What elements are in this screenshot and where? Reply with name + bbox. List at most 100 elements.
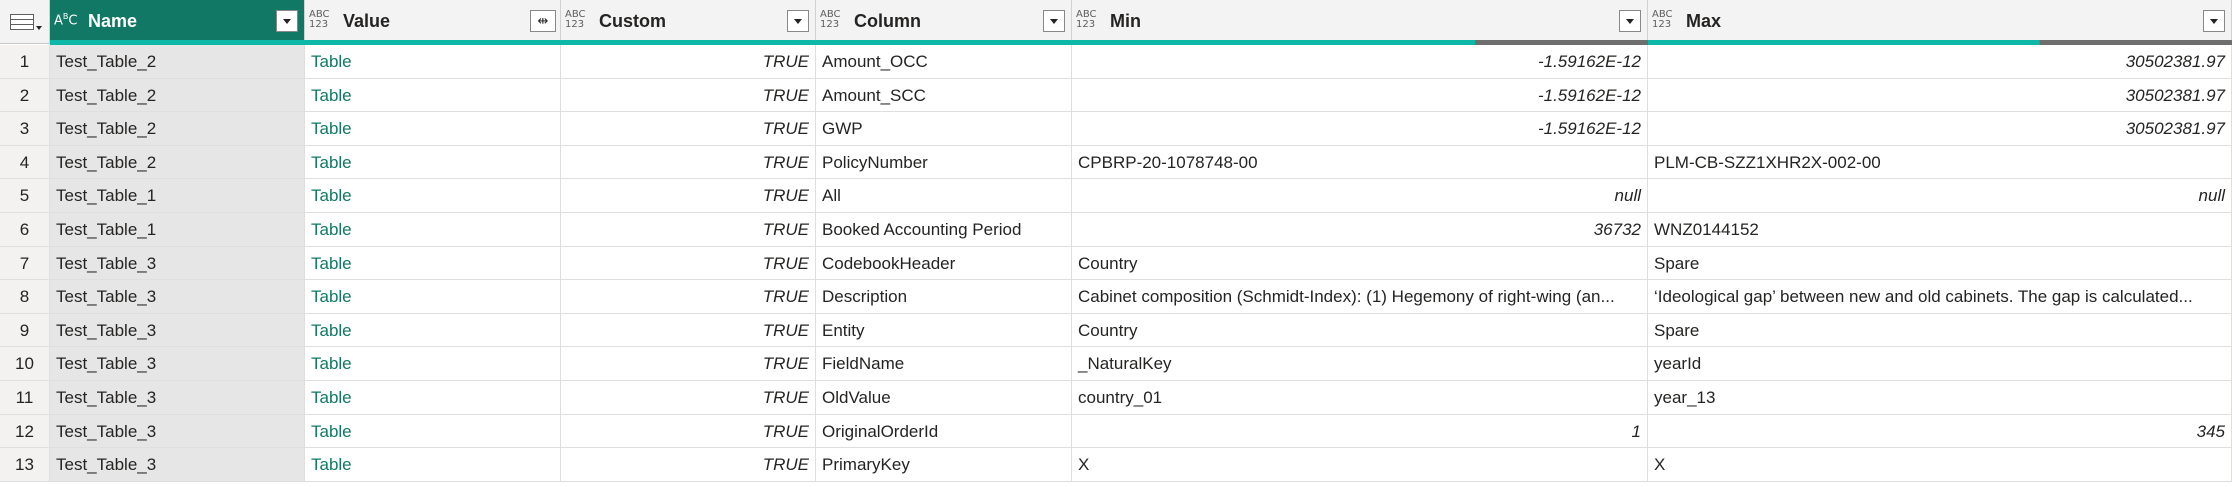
cell-value-table-link[interactable]: Table: [305, 246, 561, 280]
cell-max: null: [1648, 179, 2232, 212]
cell-name: Test_Table_2: [50, 45, 305, 78]
filter-dropdown-icon[interactable]: [276, 10, 298, 32]
cell-max: 30502381.97: [1648, 112, 2232, 145]
cell-max: X: [1648, 448, 2232, 481]
cell-name: Test_Table_3: [50, 313, 305, 347]
column-header-label: Name: [88, 11, 138, 31]
any-type-icon: ABC 123: [565, 9, 586, 30]
cell-value-table-link[interactable]: Table: [305, 448, 561, 481]
any-type-icon: ABC 123: [820, 9, 841, 30]
cell-max: year_13: [1648, 381, 2232, 414]
row-number: 3: [0, 112, 50, 145]
row-number: 11: [0, 381, 50, 414]
cell-value-table-link[interactable]: Table: [305, 347, 561, 380]
row-number: 2: [0, 78, 50, 112]
cell-value-table-link[interactable]: Table: [305, 145, 561, 179]
table-icon: [10, 14, 34, 30]
any-type-icon: ABC 123: [1076, 9, 1097, 30]
cell-custom: TRUE: [561, 313, 816, 347]
cell-column: GWP: [816, 112, 1072, 145]
table-row[interactable]: 2 Test_Table_2 Table TRUE Amount_SCC -1.59162…: [0, 78, 2232, 113]
cell-column: OriginalOrderId: [816, 414, 1072, 448]
cell-column: PrimaryKey: [816, 448, 1072, 481]
cell-max: 30502381.97: [1648, 45, 2232, 78]
cell-max: PLM-CB-SZZ1XHR2X-002-00: [1648, 145, 2232, 179]
column-header-custom[interactable]: ABC 123 Custom: [561, 0, 816, 44]
filter-dropdown-icon[interactable]: [1043, 10, 1065, 32]
cell-custom: TRUE: [561, 45, 816, 78]
row-number: 12: [0, 414, 50, 448]
cell-column: Booked Accounting Period: [816, 213, 1072, 246]
cell-max: ‘Ideological gap’ between new and old ca…: [1648, 280, 2232, 313]
cell-value-table-link[interactable]: Table: [305, 414, 561, 448]
cell-value-table-link[interactable]: Table: [305, 78, 561, 112]
filter-dropdown-icon[interactable]: [787, 10, 809, 32]
row-number: 4: [0, 145, 50, 179]
column-header-name[interactable]: ABC Name: [50, 0, 305, 44]
table-row[interactable]: 8 Test_Table_3 Table TRUE Description Cabinet…: [0, 280, 2232, 314]
column-header-max[interactable]: ABC 123 Max: [1648, 0, 2232, 44]
table-row[interactable]: 1 Test_Table_2 Table TRUE Amount_OCC -1.59162…: [0, 45, 2232, 79]
table-row[interactable]: 5 Test_Table_1 Table TRUE All null null: [0, 179, 2232, 213]
any-type-icon: ABC 123: [1652, 9, 1673, 30]
table-row[interactable]: 6 Test_Table_1 Table TRUE Booked Accounting …: [0, 213, 2232, 247]
cell-name: Test_Table_3: [50, 246, 305, 280]
row-number: 9: [0, 313, 50, 347]
table-row[interactable]: 12 Test_Table_3 Table TRUE OriginalOrderId 1 3…: [0, 414, 2232, 449]
row-number: 13: [0, 448, 50, 481]
cell-min: 36732: [1072, 213, 1648, 246]
cell-name: Test_Table_2: [50, 145, 305, 179]
cell-column: Description: [816, 280, 1072, 313]
cell-column: CodebookHeader: [816, 246, 1072, 280]
cell-name: Test_Table_3: [50, 448, 305, 481]
cell-name: Test_Table_3: [50, 280, 305, 313]
cell-max: 345: [1648, 414, 2232, 448]
cell-column: PolicyNumber: [816, 145, 1072, 179]
cell-min: Country: [1072, 246, 1648, 280]
cell-min: Country: [1072, 313, 1648, 347]
table-row[interactable]: 11 Test_Table_3 Table TRUE OldValue country_0…: [0, 381, 2232, 415]
column-header-label: Min: [1110, 11, 1141, 31]
cell-value-table-link[interactable]: Table: [305, 381, 561, 414]
cell-column: Amount_OCC: [816, 45, 1072, 78]
cell-value-table-link[interactable]: Table: [305, 45, 561, 78]
cell-custom: TRUE: [561, 145, 816, 179]
cell-min: X: [1072, 448, 1648, 481]
cell-custom: TRUE: [561, 448, 816, 481]
cell-custom: TRUE: [561, 213, 816, 246]
cell-min: country_01: [1072, 381, 1648, 414]
table-row[interactable]: 9 Test_Table_3 Table TRUE Entity Country Spare: [0, 313, 2232, 348]
cell-min: -1.59162E-12: [1072, 112, 1648, 145]
table-menu-button[interactable]: [0, 0, 50, 44]
column-header-label: Max: [1686, 11, 1722, 31]
column-header-value[interactable]: ABC 123 Value ⇹: [305, 0, 561, 44]
column-header-column[interactable]: ABC 123 Column: [816, 0, 1072, 44]
cell-max: yearId: [1648, 347, 2232, 380]
cell-min: -1.59162E-12: [1072, 78, 1648, 112]
cell-value-table-link[interactable]: Table: [305, 313, 561, 347]
cell-value-table-link[interactable]: Table: [305, 213, 561, 246]
cell-name: Test_Table_3: [50, 381, 305, 414]
cell-column: FieldName: [816, 347, 1072, 380]
table-row[interactable]: 10 Test_Table_3 Table TRUE FieldName _Natural…: [0, 347, 2232, 381]
cell-value-table-link[interactable]: Table: [305, 280, 561, 313]
expand-column-icon[interactable]: ⇹: [530, 10, 556, 32]
cell-custom: TRUE: [561, 78, 816, 112]
filter-dropdown-icon[interactable]: [2203, 10, 2225, 32]
table-row[interactable]: 7 Test_Table_3 Table TRUE CodebookHeader Coun…: [0, 246, 2232, 281]
cell-value-table-link[interactable]: Table: [305, 112, 561, 145]
cell-value-table-link[interactable]: Table: [305, 179, 561, 212]
cell-max: Spare: [1648, 246, 2232, 280]
column-header-label: Column: [854, 11, 921, 31]
any-type-icon: ABC 123: [309, 9, 330, 30]
cell-max: WNZ0144152: [1648, 213, 2232, 246]
row-number: 10: [0, 347, 50, 380]
table-row[interactable]: 3 Test_Table_2 Table TRUE GWP -1.59162E-12 305…: [0, 112, 2232, 146]
text-type-icon: ABC: [54, 12, 78, 29]
filter-dropdown-icon[interactable]: [1619, 10, 1641, 32]
table-row[interactable]: 13 Test_Table_3 Table TRUE PrimaryKey X X: [0, 448, 2232, 482]
column-header-min[interactable]: ABC 123 Min: [1072, 0, 1648, 44]
cell-column: Entity: [816, 313, 1072, 347]
table-row[interactable]: 4 Test_Table_2 Table TRUE PolicyNumber CPBRP-…: [0, 145, 2232, 180]
cell-min: 1: [1072, 414, 1648, 448]
